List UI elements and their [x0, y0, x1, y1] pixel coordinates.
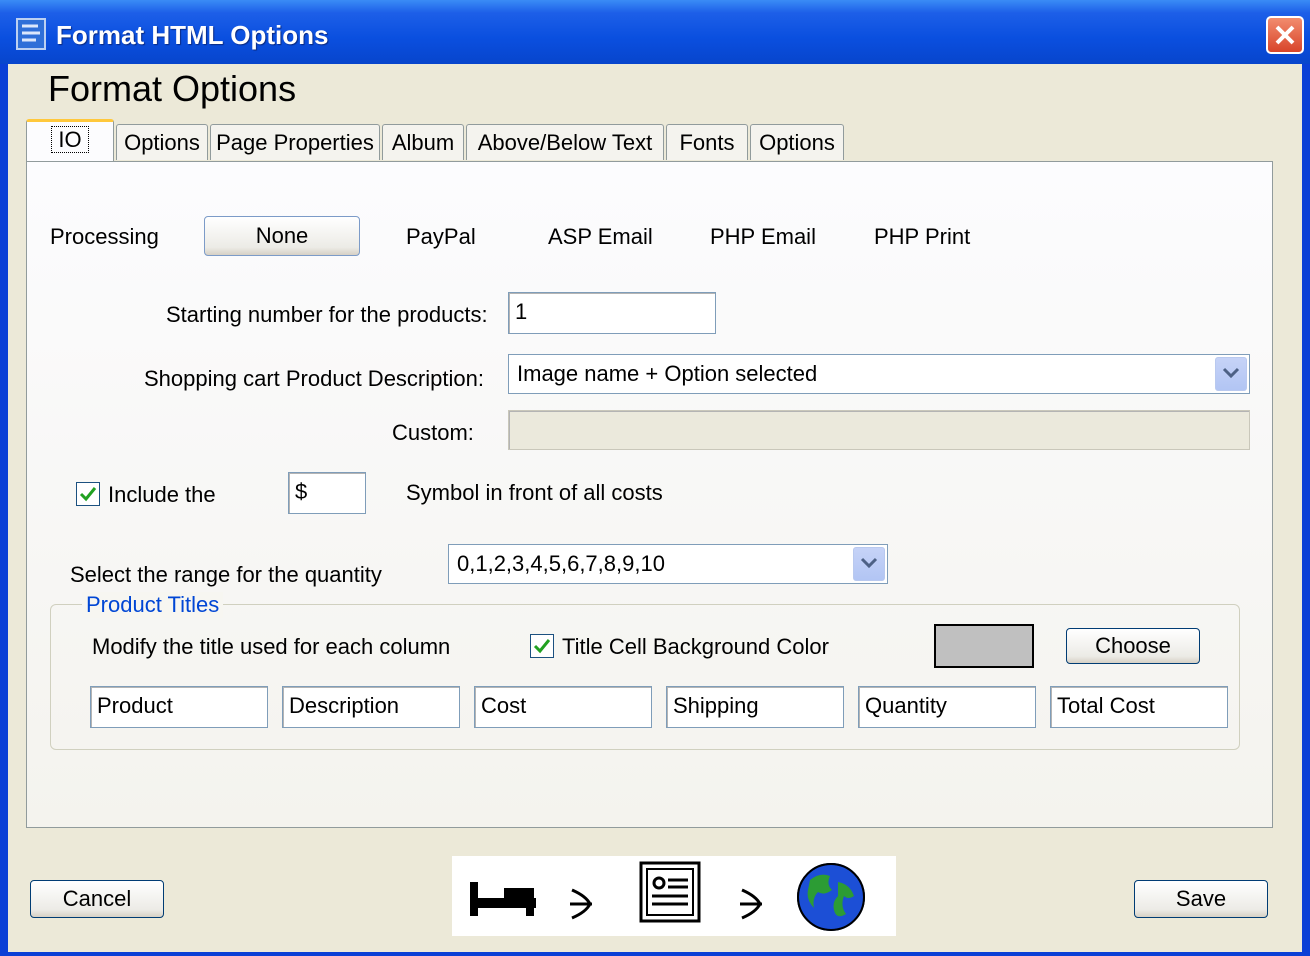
- document-icon[interactable]: [638, 860, 704, 926]
- tab-page-properties[interactable]: Page Properties: [210, 124, 380, 160]
- cart-description-value: Image name + Option selected: [517, 361, 818, 386]
- page-title: Format Options: [48, 68, 297, 109]
- window-title: Format HTML Options: [56, 20, 329, 50]
- checkmark-icon: [533, 639, 551, 654]
- processing-php-email-option[interactable]: PHP Email: [710, 224, 816, 250]
- tab-fonts[interactable]: Fonts: [666, 124, 748, 160]
- tab-io[interactable]: IO: [26, 119, 114, 161]
- include-symbol-checkbox[interactable]: [76, 482, 100, 506]
- app-icon: [16, 18, 46, 50]
- symbol-description-label: Symbol in front of all costs: [406, 480, 663, 505]
- processing-none-button[interactable]: None: [204, 216, 360, 256]
- workflow-icon-strip: [452, 856, 896, 936]
- tab-album[interactable]: Album: [382, 124, 464, 160]
- close-button[interactable]: [1266, 16, 1304, 54]
- custom-label: Custom:: [392, 420, 474, 445]
- title-bg-color-swatch: [934, 624, 1034, 668]
- dropdown-arrow[interactable]: [1215, 357, 1247, 391]
- save-button[interactable]: Save: [1134, 880, 1268, 918]
- globe-icon[interactable]: [796, 862, 866, 932]
- chevron-down-icon: [860, 557, 878, 569]
- column-title-shipping[interactable]: Shipping: [666, 686, 844, 728]
- close-icon: [1275, 25, 1295, 45]
- custom-input[interactable]: [508, 410, 1250, 450]
- product-titles-legend: Product Titles: [82, 592, 224, 618]
- quantity-range-value: 0,1,2,3,4,5,6,7,8,9,10: [457, 551, 665, 576]
- processing-label: Processing: [50, 224, 159, 249]
- cart-description-select[interactable]: Image name + Option selected: [508, 354, 1250, 394]
- starting-number-input[interactable]: 1: [508, 292, 716, 334]
- cancel-button[interactable]: Cancel: [30, 880, 164, 918]
- tab-options[interactable]: Options: [116, 124, 208, 160]
- chevron-down-icon: [1222, 367, 1240, 379]
- title-bg-color-checkbox[interactable]: [530, 634, 554, 658]
- product-titles-group: [50, 604, 1240, 750]
- quantity-range-label: Select the range for the quantity: [70, 562, 382, 587]
- title-bar[interactable]: Format HTML Options: [0, 0, 1310, 64]
- column-title-description[interactable]: Description: [282, 686, 460, 728]
- arrow-icon: [570, 888, 592, 920]
- column-title-cost[interactable]: Cost: [474, 686, 652, 728]
- dialog-client: Format Options IO Options Page Propertie…: [8, 64, 1302, 952]
- bed-icon[interactable]: [468, 878, 538, 922]
- format-html-options-window: Format HTML Options Format Options IO Op…: [0, 0, 1310, 956]
- dropdown-arrow[interactable]: [853, 547, 885, 581]
- quantity-range-select[interactable]: 0,1,2,3,4,5,6,7,8,9,10: [448, 544, 888, 584]
- arrow-icon: [740, 888, 762, 920]
- processing-php-print-option[interactable]: PHP Print: [874, 224, 970, 250]
- cart-description-label: Shopping cart Product Description:: [144, 366, 484, 391]
- processing-paypal-option[interactable]: PayPal: [406, 224, 476, 250]
- processing-asp-email-option[interactable]: ASP Email: [548, 224, 653, 250]
- column-title-quantity[interactable]: Quantity: [858, 686, 1036, 728]
- modify-title-label: Modify the title used for each column: [92, 634, 451, 659]
- tab-above-below-text[interactable]: Above/Below Text: [466, 124, 664, 160]
- checkmark-icon: [79, 487, 97, 502]
- title-bg-color-label: Title Cell Background Color: [562, 634, 829, 659]
- tab-options-2[interactable]: Options: [750, 124, 844, 160]
- column-title-product[interactable]: Product: [90, 686, 268, 728]
- include-symbol-label: Include the: [108, 482, 216, 507]
- starting-number-label: Starting number for the products:: [166, 302, 488, 327]
- column-title-total-cost[interactable]: Total Cost: [1050, 686, 1228, 728]
- choose-color-button[interactable]: Choose: [1066, 628, 1200, 664]
- currency-symbol-input[interactable]: $: [288, 472, 366, 514]
